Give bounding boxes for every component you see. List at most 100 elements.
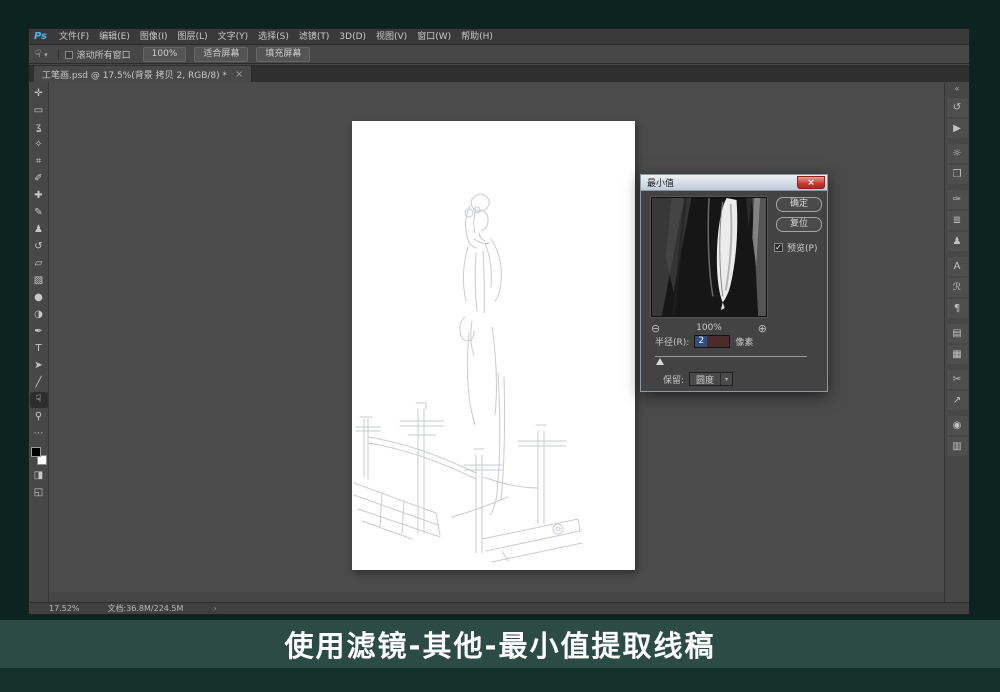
hand-tool[interactable]: ☟ [30,392,48,408]
radius-input[interactable]: 2 [694,335,730,348]
clone-stamp-tool[interactable]: ♟ [30,222,48,238]
zoom-tool[interactable]: ⚲ [30,409,48,425]
fill-screen-button[interactable]: 填充屏幕 [256,47,310,62]
clone-source-panel-icon[interactable]: ♟ [947,232,968,251]
preserve-label: 保留: [663,373,684,386]
eraser-tool[interactable]: ▱ [30,256,48,272]
reset-button[interactable]: 复位 [776,217,822,232]
preview-checkbox[interactable]: ✓ [774,243,783,252]
dialog-title-bar[interactable]: 最小值 × [641,175,827,191]
preview-option: ✓ 预览(P) [774,241,817,254]
status-document-size: 文档:36.8M/224.5M [108,603,184,614]
path-selection-tool[interactable]: ➤ [30,358,48,374]
brush-settings-panel-icon[interactable]: ✑ [947,190,968,209]
brush-tool[interactable]: ✎ [30,205,48,221]
status-zoom-level[interactable]: 17.52% [49,604,80,613]
info-panel-icon[interactable]: ▦ [947,345,968,364]
dialog-close-button[interactable]: × [797,176,825,189]
quick-mask-button[interactable]: ◨ [30,468,48,484]
radius-slider-track[interactable] [655,356,807,357]
minimum-filter-dialog: 最小值 × ⊖ 100% ⊕ [640,174,828,392]
tools-panel: ✛ ▭ ʓ ✧ ⌗ ✐ ✚ ✎ ♟ ↺ ▱ ▧ ● ◑ ✒ T ➤ ╱ ☟ ⚲ [29,82,49,604]
preview-zoom-controls: ⊖ 100% ⊕ [651,321,767,335]
screen-mode-button[interactable]: ◱ [30,485,48,501]
preserve-value: 圆度 [690,373,720,386]
menu-edit[interactable]: 编辑(E) [94,29,135,45]
caption-band: 使用滤镜-其他-最小值提取线稿 [0,620,1000,668]
line-tool[interactable]: ╱ [30,375,48,391]
line-art-sketch [352,121,635,570]
filter-preview-thumbnail[interactable] [651,197,767,317]
brush-presets-panel-icon[interactable]: ≣ [947,211,968,230]
share-panel-icon[interactable]: ↗ [947,391,968,410]
properties-panel-icon[interactable]: ◉ [947,416,968,435]
dialog-title: 最小值 [647,176,674,189]
menu-type[interactable]: 文字(Y) [213,29,254,45]
preview-checkbox-label: 预览(P) [787,241,817,254]
zoom-100-button[interactable]: 100% [143,47,187,62]
status-chevron-icon[interactable]: › [213,604,216,613]
healing-brush-tool[interactable]: ✚ [30,188,48,204]
menu-file[interactable]: 文件(F) [54,29,94,45]
tool-preset-caret-icon[interactable]: ▾ [44,51,48,59]
workspace-body: ✛ ▭ ʓ ✧ ⌗ ✐ ✚ ✎ ♟ ↺ ▱ ▧ ● ◑ ✒ T ➤ ╱ ☟ ⚲ [29,82,969,604]
radius-unit-label: 像素 [735,335,753,348]
document-tab[interactable]: 工笔画.psd @ 17.5%(背景 拷贝 2, RGB/8) * × [34,66,252,82]
crop-tool[interactable]: ⌗ [30,154,48,170]
type-tool[interactable]: T [30,341,48,357]
adjustments-panel-icon[interactable]: ☼ [947,144,968,163]
quick-selection-tool[interactable]: ✧ [30,137,48,153]
gradient-tool[interactable]: ▧ [30,273,48,289]
history-panel-icon[interactable]: ↺ [947,98,968,117]
glyphs-panel-icon[interactable]: ℛ [947,278,968,297]
menu-filter[interactable]: 滤镜(T) [294,29,335,45]
page-background: Ps 文件(F) 编辑(E) 图像(I) 图层(L) 文字(Y) 选择(S) 滤… [0,0,1000,692]
radius-input-fill [707,336,729,347]
zoom-out-icon[interactable]: ⊖ [651,322,660,335]
libraries-panel-icon[interactable]: ▤ [947,324,968,343]
preserve-dropdown[interactable]: 圆度 ▾ [689,372,733,386]
tutorial-caption: 使用滤镜-其他-最小值提取线稿 [284,623,715,665]
radius-slider-thumb[interactable] [656,358,664,365]
document-canvas[interactable] [352,121,635,570]
chevron-down-icon: ▾ [720,373,732,385]
menu-select[interactable]: 选择(S) [253,29,294,45]
styles-panel-icon[interactable]: ❐ [947,165,968,184]
foreground-color-swatch[interactable] [31,447,41,457]
menu-3d[interactable]: 3D(D) [334,29,371,45]
edit-toolbar-icon[interactable]: ⋯ [30,426,48,442]
dodge-tool[interactable]: ◑ [30,307,48,323]
radius-label: 半径(R): [655,335,689,348]
paragraph-panel-icon[interactable]: ¶ [947,299,968,318]
options-separator [58,49,59,61]
status-bar: 17.52% 文档:36.8M/224.5M › [29,602,969,614]
tab-close-icon[interactable]: × [235,69,243,80]
menu-view[interactable]: 视图(V) [371,29,412,45]
move-tool[interactable]: ✛ [30,86,48,102]
actions-panel-icon[interactable]: ▶ [947,119,968,138]
eyedropper-tool[interactable]: ✐ [30,171,48,187]
blur-tool[interactable]: ● [30,290,48,306]
menu-layer[interactable]: 图层(L) [173,29,213,45]
hand-tool-icon: ☟ [35,49,41,60]
menu-help[interactable]: 帮助(H) [456,29,498,45]
slice-panel-icon[interactable]: ✂ [947,370,968,389]
scroll-all-windows-checkbox[interactable] [65,51,73,59]
menu-bar: Ps 文件(F) 编辑(E) 图像(I) 图层(L) 文字(Y) 选择(S) 滤… [29,29,969,45]
pen-tool[interactable]: ✒ [30,324,48,340]
ok-button[interactable]: 确定 [776,197,822,212]
preserve-row: 保留: 圆度 ▾ [663,372,733,386]
lasso-tool[interactable]: ʓ [30,120,48,136]
photoshop-logo: Ps [29,31,54,42]
fit-screen-button[interactable]: 适合屏幕 [194,47,248,62]
channels-panel-icon[interactable]: ▥ [947,437,968,456]
history-brush-tool[interactable]: ↺ [30,239,48,255]
character-panel-icon[interactable]: A [947,257,968,276]
menu-image[interactable]: 图像(I) [135,29,173,45]
collapse-panels-icon[interactable]: « [955,84,960,94]
bottom-strip [0,668,1000,692]
menu-window[interactable]: 窗口(W) [412,29,456,45]
zoom-in-icon[interactable]: ⊕ [758,322,767,335]
color-swatches[interactable] [31,447,47,465]
marquee-tool[interactable]: ▭ [30,103,48,119]
